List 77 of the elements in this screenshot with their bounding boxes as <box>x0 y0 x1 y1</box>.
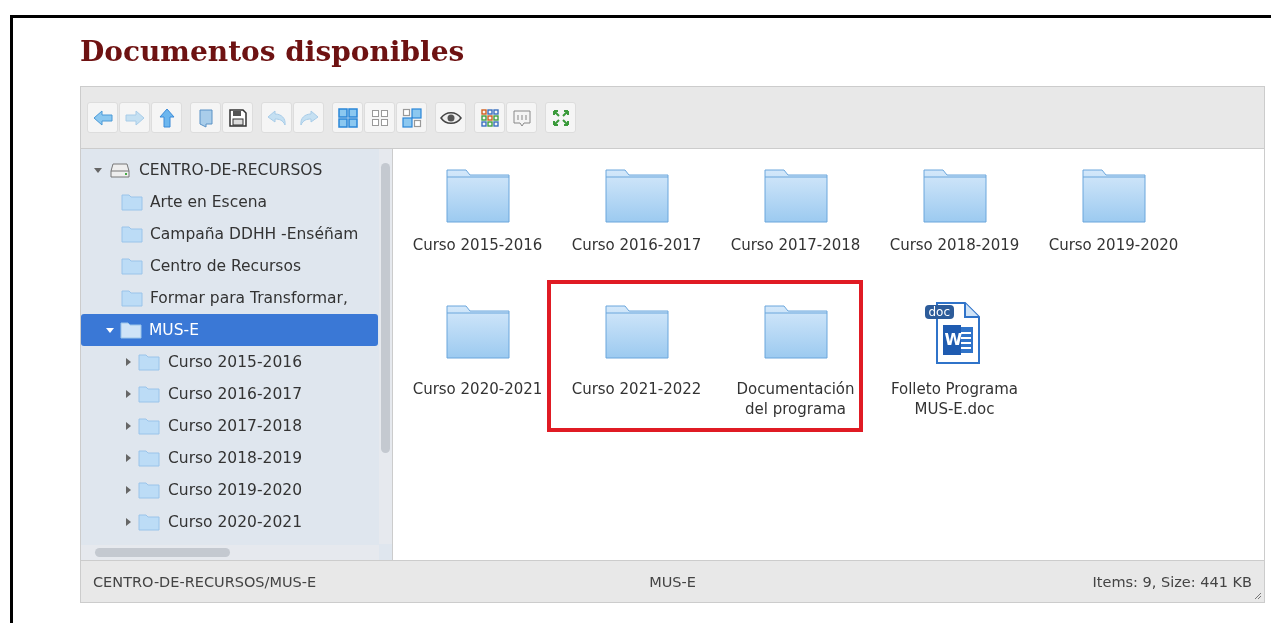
expand-triangle-icon[interactable] <box>126 486 131 494</box>
up-button[interactable] <box>151 102 182 133</box>
mixed-button[interactable] <box>396 102 427 133</box>
file-item[interactable]: doc W Folleto Programa MUS-E.doc <box>875 305 1034 441</box>
expand-triangle-icon[interactable] <box>126 390 131 398</box>
file-item[interactable]: Curso 2018-2019 <box>875 169 1034 305</box>
vertical-scrollbar[interactable] <box>379 149 392 544</box>
right-arrow-icon <box>124 109 145 126</box>
folder-icon <box>138 385 160 403</box>
folder-icon <box>445 169 510 223</box>
large-button[interactable] <box>332 102 363 133</box>
folder-icon <box>445 305 510 359</box>
expand-triangle-icon[interactable] <box>126 518 131 526</box>
resize-grip-icon[interactable] <box>1254 592 1262 600</box>
folder-icon <box>120 321 142 339</box>
status-path: CENTRO-DE-RECURSOS/MUS-E <box>93 573 317 590</box>
folder-icon <box>922 169 987 223</box>
file-item[interactable]: Curso 2019-2020 <box>1034 169 1193 305</box>
folder-icon <box>121 193 143 211</box>
expand-triangle-icon[interactable] <box>94 167 102 173</box>
folder-icon <box>121 257 143 275</box>
tree-item[interactable]: Curso 2017-2018 <box>81 410 378 442</box>
tree-item-label[interactable]: CENTRO-DE-RECURSOS <box>135 161 323 179</box>
tree-item[interactable]: Curso 2015-2016 <box>81 346 378 378</box>
file-item[interactable]: Curso 2016-2017 <box>557 169 716 305</box>
save-button[interactable] <box>222 102 253 133</box>
mixed-grid-icon <box>401 107 422 128</box>
curved-left-arrow-icon <box>266 109 287 126</box>
file-item[interactable]: Documentación del programa <box>716 305 875 441</box>
back-button[interactable] <box>87 102 118 133</box>
page-heading: Documentos disponibles <box>80 34 466 70</box>
colors-button[interactable] <box>474 102 505 133</box>
preview-button[interactable] <box>435 102 466 133</box>
status-folder: MUS-E <box>649 573 696 590</box>
status-summary: Items: 9, Size: 441 KB <box>1092 573 1252 590</box>
color-grid-icon <box>480 108 499 127</box>
expand-arrows-icon <box>551 108 570 127</box>
curved-right-arrow-icon <box>298 109 319 126</box>
small-button[interactable] <box>364 102 395 133</box>
file-item[interactable]: Curso 2020-2021 <box>398 305 557 441</box>
file-item[interactable]: Curso 2015-2016 <box>398 169 557 305</box>
folder-icon <box>121 289 143 307</box>
sort-button[interactable] <box>506 102 537 133</box>
tree-item[interactable]: MUS-E <box>81 314 378 346</box>
folder-icon <box>121 225 143 243</box>
tree-item[interactable]: Curso 2020-2021 <box>81 506 378 538</box>
fullscreen-button[interactable] <box>545 102 576 133</box>
drive-icon <box>110 162 130 178</box>
sort-tag-icon <box>511 107 532 128</box>
expand-triangle-icon[interactable] <box>126 358 131 366</box>
expand-triangle-icon[interactable] <box>126 454 131 462</box>
tree-item[interactable]: Curso 2016-2017 <box>81 378 378 410</box>
expand-triangle-icon[interactable] <box>126 422 131 430</box>
tree-item[interactable]: Curso 2018-2019 <box>81 442 378 474</box>
folder-icon <box>138 449 160 467</box>
eye-icon <box>439 110 462 125</box>
tree-item[interactable]: Curso 2019-2020 <box>81 474 378 506</box>
tree-item[interactable]: Centro de Recursos <box>81 250 378 282</box>
folder-icon <box>138 513 160 531</box>
folder-icon <box>763 169 828 223</box>
small-grid-icon <box>370 108 389 127</box>
left-arrow-icon <box>92 109 113 126</box>
folder-icon <box>763 305 828 359</box>
horizontal-scrollbar[interactable] <box>81 545 379 560</box>
up-arrow-icon <box>158 107 175 128</box>
large-grid-icon <box>337 107 358 128</box>
folder-icon <box>138 481 160 499</box>
folder-icon <box>604 169 669 223</box>
folder-icon <box>604 305 669 359</box>
folder-icon <box>138 417 160 435</box>
tree-item[interactable]: Arte en Escena <box>81 186 378 218</box>
folder-icon <box>1081 169 1146 223</box>
file-item[interactable]: Curso 2017-2018 <box>716 169 875 305</box>
tree-item[interactable]: Formar para Transformar, <box>81 282 378 314</box>
tree-item[interactable]: Campaña DDHH -Enséñam <box>81 218 378 250</box>
folder-icon <box>138 353 160 371</box>
file-item[interactable]: Curso 2021-2022 <box>557 305 716 441</box>
